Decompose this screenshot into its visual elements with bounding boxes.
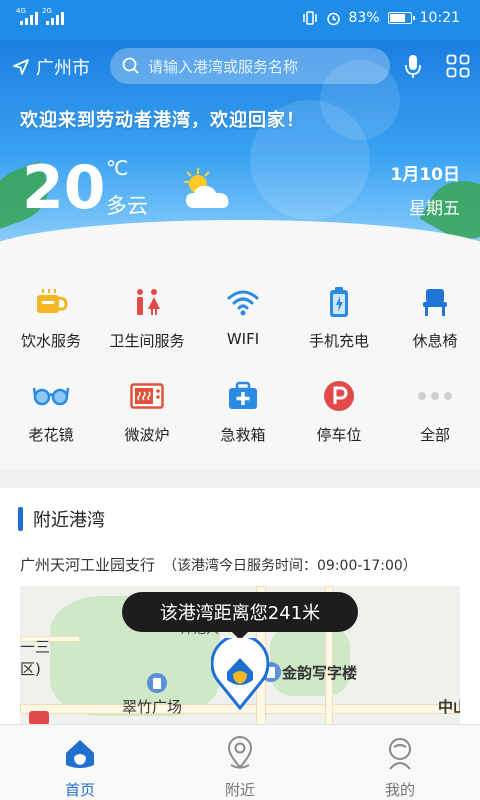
temperature: 20: [22, 153, 106, 223]
battery-percent: 83%: [348, 10, 380, 26]
services-grid: 饮水服务 卫生间服务 WIFI 手机充电 休息椅 老花镜 微波炉 急救箱 停车位…: [0, 250, 480, 470]
signal-1-tag: 4G: [16, 7, 26, 15]
service-label: 休息椅: [412, 332, 458, 350]
parking-icon: [321, 378, 357, 414]
more-dots-icon: [417, 378, 453, 414]
service-label: WIFI: [226, 330, 260, 348]
apps-grid-icon[interactable]: [446, 54, 470, 78]
location-pin-icon: [227, 736, 253, 769]
alarm-icon: [326, 12, 340, 25]
glasses-icon: [33, 378, 69, 414]
service-drinking-water[interactable]: 饮水服务: [3, 284, 99, 351]
signal-1-icon: 4G: [16, 7, 38, 25]
service-microwave[interactable]: 微波炉: [99, 378, 195, 445]
hero-wave: [0, 220, 480, 250]
tab-label: 附近: [224, 781, 255, 799]
home-icon: [66, 740, 94, 768]
signal-indicators: 4G 2G: [16, 7, 64, 25]
distance-tooltip: 该港湾距离您241米: [122, 592, 358, 640]
signal-2-icon: 2G: [42, 7, 64, 25]
first-aid-icon: [225, 378, 261, 414]
map-label-building: 金韵写字楼: [282, 664, 358, 682]
microphone-icon[interactable]: [404, 54, 422, 80]
hero-banner: 广州市 请输入港湾或服务名称 欢迎来到劳动者港湾，欢迎回家！ 20 ℃ 多云 1…: [0, 40, 480, 250]
status-bar: 4G 2G 83% 10:21: [0, 0, 480, 40]
signal-2-tag: 2G: [42, 7, 52, 15]
location-selector[interactable]: 广州市: [12, 54, 90, 80]
service-phone-charging[interactable]: 手机充电: [291, 284, 387, 351]
service-wifi[interactable]: WIFI: [195, 284, 291, 348]
navigation-arrow-icon: [13, 59, 29, 75]
search-placeholder: 请输入港湾或服务名称: [148, 57, 299, 76]
service-label: 饮水服务: [20, 332, 81, 350]
battery-level-fill: [389, 14, 406, 22]
map-label-right: 中山: [438, 698, 460, 716]
service-label: 老花镜: [28, 426, 74, 444]
vibrate-icon: [302, 11, 317, 25]
chair-icon: [417, 284, 453, 320]
tab-nearby[interactable]: 附近: [160, 735, 320, 800]
tab-profile[interactable]: 我的: [320, 735, 480, 800]
service-parking[interactable]: 停车位: [291, 378, 387, 445]
battery-icon: [387, 12, 415, 24]
nearby-title: 附近港湾: [33, 510, 105, 531]
station-name: 广州天河工业园支行: [20, 556, 156, 574]
map-label-left-mid: 区): [20, 660, 41, 678]
service-label: 微波炉: [124, 426, 170, 444]
service-restroom[interactable]: 卫生间服务: [99, 284, 195, 351]
service-label: 全部: [419, 426, 450, 444]
status-right: 83% 10:21: [302, 10, 460, 26]
temperature-unit: ℃: [106, 156, 129, 180]
weekday: 星期五: [409, 199, 460, 219]
tab-label: 首页: [64, 781, 95, 799]
search-input[interactable]: 请输入港湾或服务名称: [110, 48, 390, 84]
date: 1月10日: [390, 165, 461, 185]
location-pin-icon[interactable]: [211, 638, 269, 710]
station-info[interactable]: 广州天河工业园支行 （该港湾今日服务时间：09:00-17:00）: [20, 554, 417, 575]
service-label: 手机充电: [308, 332, 369, 350]
search-icon: [122, 57, 139, 74]
service-label: 急救箱: [220, 426, 266, 444]
location-label: 广州市: [36, 58, 90, 79]
map-park: [270, 626, 350, 696]
service-first-aid[interactable]: 急救箱: [195, 378, 291, 445]
tab-home[interactable]: 首页: [0, 735, 160, 800]
wifi-icon: [225, 284, 261, 320]
service-rest-chair[interactable]: 休息椅: [387, 284, 480, 351]
service-label: 卫生间服务: [109, 332, 185, 350]
map-label-plaza: 翠竹广场: [122, 698, 183, 716]
welcome-message: 欢迎来到劳动者港湾，欢迎回家！: [20, 110, 305, 131]
service-reading-glasses[interactable]: 老花镜: [3, 378, 99, 445]
bottom-navigation: 首页 附近 我的: [0, 724, 480, 800]
tab-label: 我的: [384, 781, 415, 799]
profile-icon: [389, 738, 411, 770]
battery-charge-icon: [321, 284, 357, 320]
nearby-header: 附近港湾: [18, 506, 105, 532]
service-label: 停车位: [316, 426, 362, 444]
app-screen: 4G 2G 83% 10:21 广州市 请输入港湾或服务名称 欢迎来到劳动者港湾…: [0, 0, 480, 800]
building-marker-icon: [147, 673, 167, 693]
map-label-left-top: 一三: [20, 638, 51, 656]
microwave-icon: [129, 378, 165, 414]
partly-cloudy-icon: [184, 168, 229, 208]
weather-description: 多云: [106, 194, 148, 218]
restroom-icon: [129, 284, 165, 320]
section-marker: [18, 507, 23, 531]
station-hours: （该港湾今日服务时间：09:00-17:00）: [163, 558, 417, 574]
service-all[interactable]: 全部: [387, 378, 480, 445]
clock: 10:21: [419, 10, 460, 26]
cup-icon: [33, 284, 69, 320]
